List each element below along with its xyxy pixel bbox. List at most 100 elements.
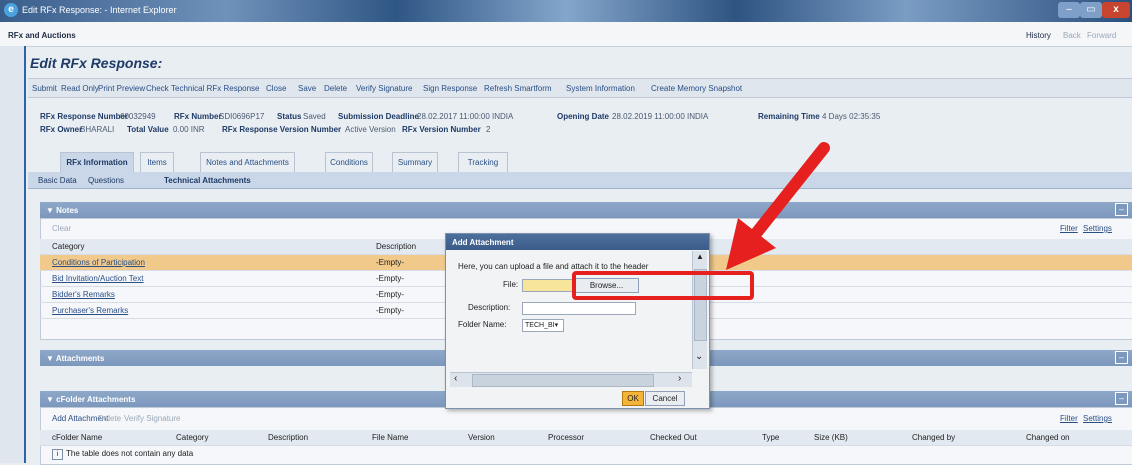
table-row: i The table does not contain any data (40, 446, 1132, 461)
delete-button[interactable]: Delete (324, 84, 347, 93)
print-preview-button[interactable]: Print Preview (98, 84, 145, 93)
tab-tracking[interactable]: Tracking (458, 152, 508, 172)
save-button[interactable]: Save (298, 84, 316, 93)
rfx-number-value: SDI0696P17 (219, 112, 265, 121)
cancel-button[interactable]: Cancel (645, 391, 685, 406)
toolbar: Submit Read Only Print Preview Check Tec… (28, 78, 1132, 98)
maximize-icon[interactable]: ▭ (1080, 2, 1102, 18)
close-icon[interactable]: x (1102, 2, 1130, 18)
scroll-up-icon[interactable]: ▲ (696, 252, 704, 261)
category-link[interactable]: Bid Invitation/Auction Text (52, 274, 143, 283)
category-link[interactable]: Conditions of Participation (52, 258, 145, 267)
column-header-size: Size (KB) (814, 433, 848, 442)
forward-link[interactable]: Forward (1087, 31, 1116, 40)
sign-response-button[interactable]: Sign Response (423, 84, 477, 93)
filter-link[interactable]: Filter (1060, 414, 1078, 423)
page-title: Edit RFx Response: (30, 55, 163, 71)
remaining-time-label: Remaining Time (758, 112, 820, 121)
tab-rfx-information[interactable]: RFx Information (60, 152, 134, 172)
empty-table-message: i The table does not contain any data (52, 449, 193, 460)
rfx-owner-label: RFx Owner (40, 125, 83, 134)
subtab-basic-data[interactable]: Basic Data (38, 176, 77, 185)
horizontal-scroll-thumb[interactable] (472, 374, 654, 387)
dialog-title-bar: Add Attachment (446, 234, 709, 250)
tab-conditions[interactable]: Conditions (325, 152, 373, 172)
vertical-scrollbar[interactable]: ▲ ⌄ (692, 251, 707, 369)
response-number-label: RFx Response Number (40, 112, 129, 121)
internet-explorer-icon: e (4, 3, 18, 17)
portal-title: RFx and Auctions (8, 31, 76, 40)
add-attachment-dialog: Add Attachment Here, you can upload a fi… (445, 233, 710, 409)
verify-signature-button[interactable]: Verify Signature (356, 84, 412, 93)
minimize-icon[interactable]: – (1058, 2, 1080, 18)
category-link[interactable]: Purchaser's Remarks (52, 306, 128, 315)
column-header-file-name: File Name (372, 433, 409, 442)
close-button[interactable]: Close (266, 84, 286, 93)
window-title-bar: e Edit RFx Response: - Internet Explorer… (0, 0, 1132, 22)
folder-name-label: Folder Name: (458, 320, 507, 329)
deadline-value: 28.02.2017 11:00:00 INDIA (417, 112, 514, 121)
delete-attachment-button[interactable]: Delete (98, 414, 121, 423)
rfx-number-label: RFx Number (174, 112, 222, 121)
cfolder-title: ▼ cFolder Attachments (46, 395, 136, 404)
horizontal-scrollbar[interactable]: ‹ › (450, 372, 692, 387)
opening-date-label: Opening Date (557, 112, 610, 121)
left-navigation-strip (0, 46, 26, 463)
description-value: -Empty- (376, 290, 404, 299)
collapse-icon[interactable]: – (1115, 392, 1128, 405)
description-input[interactable] (522, 302, 636, 315)
tab-items[interactable]: Items (140, 152, 174, 172)
tab-summary[interactable]: Summary (392, 152, 438, 172)
rfx-owner-value: BHARALI (80, 125, 115, 134)
response-number-value: 60032949 (120, 112, 156, 121)
column-header-cfolder-name: cFolder Name (52, 433, 103, 442)
subtab-questions[interactable]: Questions (88, 176, 124, 185)
system-information-button[interactable]: System Information (566, 84, 635, 93)
scroll-right-icon[interactable]: › (678, 373, 681, 384)
column-header-changed-on: Changed on (1026, 433, 1070, 442)
opening-date-value: 28.02.2019 11:00:00 INDIA (612, 112, 709, 121)
description-value: -Empty- (376, 258, 404, 267)
description-value: -Empty- (376, 306, 404, 315)
info-icon: i (52, 449, 63, 460)
category-link[interactable]: Bidder's Remarks (52, 290, 115, 299)
scroll-down-icon[interactable]: ⌄ (695, 351, 703, 362)
ok-button[interactable]: OK (622, 391, 644, 406)
check-button[interactable]: Check (146, 84, 169, 93)
submit-button[interactable]: Submit (32, 84, 57, 93)
rfx-version-value: 2 (486, 125, 491, 134)
column-header-type: Type (762, 433, 780, 442)
clear-button[interactable]: Clear (52, 224, 71, 233)
chevron-down-icon: ▾ (554, 322, 559, 329)
technical-rfx-response-button[interactable]: Technical RFx Response (171, 84, 259, 93)
tab-notes-and-attachments[interactable]: Notes and Attachments (200, 152, 295, 172)
column-header-changed-by: Changed by (912, 433, 956, 442)
refresh-smartform-button[interactable]: Refresh Smartform (484, 84, 552, 93)
back-link[interactable]: Back (1063, 31, 1081, 40)
column-header-category: Category (52, 242, 85, 251)
subtab-bar: Basic Data Questions Technical Attachmen… (28, 172, 1132, 189)
column-header-processor: Processor (548, 433, 585, 442)
window-title: Edit RFx Response: - Internet Explorer (22, 5, 177, 15)
total-value-label: Total Value (127, 125, 169, 134)
file-label: File: (503, 280, 519, 289)
subtab-technical-attachments[interactable]: Technical Attachments (164, 176, 251, 185)
settings-link[interactable]: Settings (1083, 224, 1112, 233)
settings-link[interactable]: Settings (1083, 414, 1112, 423)
filter-link[interactable]: Filter (1060, 224, 1078, 233)
folder-name-select[interactable]: TECH_BI▾ (522, 319, 564, 332)
collapse-icon[interactable]: – (1115, 351, 1128, 364)
red-arrow-annotation (726, 142, 830, 270)
file-input[interactable] (522, 279, 574, 292)
scroll-left-icon[interactable]: ‹ (454, 373, 457, 384)
column-header-description: Description (376, 242, 417, 251)
portal-header: RFx and Auctions History Back Forward (0, 22, 1132, 47)
dialog-title: Add Attachment (452, 238, 514, 247)
notes-section-header[interactable]: ▼ Notes – (40, 202, 1132, 218)
verify-signature-attachment-button[interactable]: Verify Signature (124, 414, 180, 423)
create-memory-snapshot-button[interactable]: Create Memory Snapshot (651, 84, 742, 93)
attachments-title: ▼ Attachments (46, 354, 105, 363)
history-link[interactable]: History (1026, 31, 1051, 40)
collapse-icon[interactable]: – (1115, 203, 1128, 216)
read-only-button[interactable]: Read Only (61, 84, 99, 93)
